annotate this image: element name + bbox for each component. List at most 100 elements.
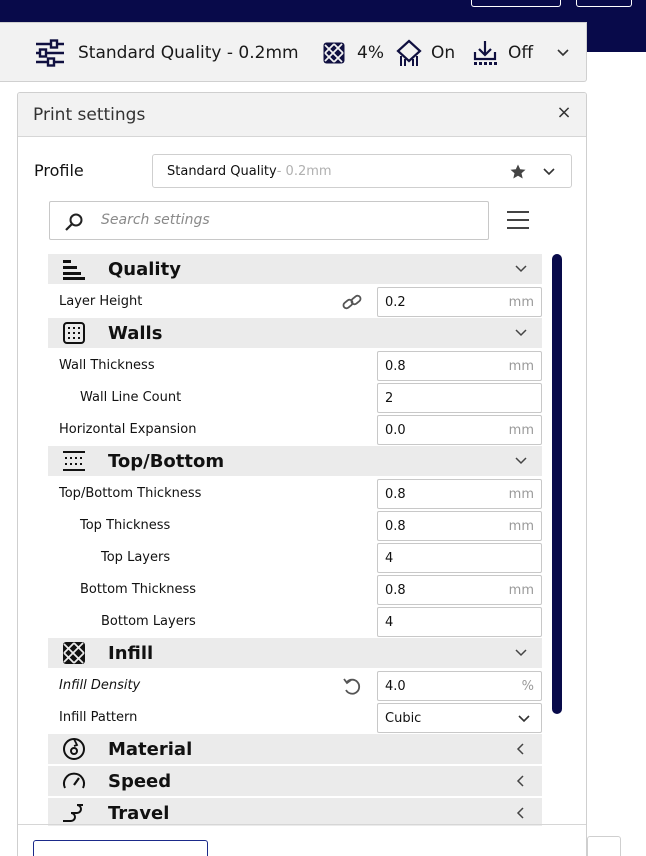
setting-label: Wall Line Count (80, 390, 182, 405)
infill-icon (63, 642, 85, 664)
infill-icon (322, 23, 346, 83)
profile-select-suffix: - 0.2mm (276, 163, 332, 179)
print-settings-panel: Print settings × Profile Standard Qualit… (17, 92, 587, 856)
setting-label: Horizontal Expansion (59, 422, 197, 437)
setup-infill-value: 4% (357, 43, 384, 63)
chevron-left-icon (516, 807, 524, 819)
setting-label: Infill Pattern (59, 710, 138, 725)
field-value: 0.8 (385, 487, 406, 502)
chevron-down-icon[interactable] (556, 23, 570, 83)
search-placeholder: Search settings (101, 212, 210, 228)
chevron-down-icon[interactable] (542, 165, 556, 179)
field-value: 0.0 (385, 423, 406, 438)
field-value: 0.8 (385, 583, 406, 598)
chevron-left-icon (516, 743, 524, 755)
search-icon (65, 213, 83, 231)
setting-wall-thickness: Wall Thickness 0.8 mm (48, 350, 542, 382)
profile-select-name: Standard Quality (167, 163, 277, 179)
category-walls[interactable]: Walls (48, 318, 542, 348)
category-label: Speed (108, 771, 172, 792)
profile-select[interactable]: Standard Quality - 0.2mm (152, 154, 572, 188)
field-value: Cubic (385, 711, 422, 726)
field-unit: mm (508, 423, 534, 438)
header-button-right[interactable] (576, 0, 632, 7)
header-button-left[interactable] (471, 0, 561, 7)
wall-line-count-field[interactable]: 2 (377, 383, 542, 413)
field-value: 4.0 (385, 679, 406, 694)
category-label: Walls (108, 323, 163, 344)
side-button[interactable] (587, 836, 621, 856)
setting-label: Bottom Layers (101, 614, 196, 629)
bottom-layers-field[interactable]: 4 (377, 607, 542, 637)
search-input[interactable]: Search settings (49, 201, 489, 240)
setting-label: Top/Bottom Thickness (59, 486, 202, 501)
hamburger-menu-icon[interactable] (506, 208, 530, 232)
setting-top-thickness: Top Thickness 0.8 mm (48, 510, 542, 542)
field-unit: mm (508, 583, 534, 598)
star-icon[interactable] (510, 164, 526, 179)
field-value: 0.8 (385, 519, 406, 534)
quality-icon (63, 260, 85, 280)
chevron-down-icon (515, 265, 527, 273)
setup-profile-name: Standard Quality - 0.2mm (78, 43, 299, 63)
panel-header: Print settings × (18, 93, 586, 137)
setting-bottom-layers: Bottom Layers 4 (48, 606, 542, 638)
settings-sliders-icon (34, 23, 66, 83)
setting-topbottom-thickness: Top/Bottom Thickness 0.8 mm (48, 478, 542, 510)
category-label: Top/Bottom (108, 451, 225, 472)
field-unit: mm (508, 519, 534, 534)
category-label: Travel (108, 803, 170, 824)
setup-adhesion-value: Off (508, 43, 534, 63)
material-spool-icon (63, 738, 85, 760)
recommended-button[interactable] (33, 840, 208, 856)
topbottom-icon (63, 451, 85, 471)
wall-thickness-field[interactable]: 0.8 mm (377, 351, 542, 381)
category-quality[interactable]: Quality (48, 254, 542, 284)
chevron-down-icon (515, 457, 527, 465)
setting-layer-height: Layer Height 0.2 mm (48, 286, 542, 318)
category-topbottom[interactable]: Top/Bottom (48, 446, 542, 476)
category-label: Material (108, 739, 193, 760)
field-unit: mm (508, 359, 534, 374)
setting-top-layers: Top Layers 4 (48, 542, 542, 574)
reset-icon[interactable] (341, 676, 363, 696)
print-setup-bar[interactable]: Standard Quality - 0.2mm 4% On Off (0, 22, 587, 82)
field-value: 2 (385, 391, 394, 406)
field-unit: % (521, 679, 534, 694)
setting-label: Bottom Thickness (80, 582, 197, 597)
top-layers-field[interactable]: 4 (377, 543, 542, 573)
category-travel[interactable]: Travel (48, 798, 542, 826)
support-icon (396, 23, 422, 83)
infill-pattern-select[interactable]: Cubic (377, 703, 542, 733)
profile-label: Profile (34, 161, 84, 180)
speed-gauge-icon (63, 772, 85, 789)
infill-density-field[interactable]: 4.0 % (377, 671, 542, 701)
layer-height-field[interactable]: 0.2 mm (377, 287, 542, 317)
category-infill[interactable]: Infill (48, 638, 542, 668)
settings-scrollbar[interactable] (552, 254, 562, 714)
category-material[interactable]: Material (48, 734, 542, 764)
setting-infill-density: Infill Density 4.0 % (48, 670, 542, 702)
travel-icon (63, 804, 83, 822)
field-value: 0.2 (385, 295, 406, 310)
bottom-thickness-field[interactable]: 0.8 mm (377, 575, 542, 605)
category-speed[interactable]: Speed (48, 766, 542, 796)
chevron-down-icon (515, 649, 527, 657)
horizontal-expansion-field[interactable]: 0.0 mm (377, 415, 542, 445)
category-label: Quality (108, 259, 181, 280)
adhesion-icon (473, 23, 497, 83)
topbottom-thickness-field[interactable]: 0.8 mm (377, 479, 542, 509)
walls-icon (63, 322, 85, 344)
setting-label: Wall Thickness (59, 358, 155, 373)
chevron-left-icon (516, 775, 524, 787)
panel-title: Print settings (33, 105, 146, 125)
category-label: Infill (108, 643, 154, 664)
footer-divider (18, 824, 586, 825)
chevron-down-icon (515, 329, 527, 337)
link-icon[interactable] (341, 292, 363, 312)
setting-label: Top Layers (101, 550, 171, 565)
close-icon[interactable]: × (556, 103, 572, 123)
setting-horizontal-expansion: Horizontal Expansion 0.0 mm (48, 414, 542, 446)
setting-wall-line-count: Wall Line Count 2 (48, 382, 542, 414)
top-thickness-field[interactable]: 0.8 mm (377, 511, 542, 541)
